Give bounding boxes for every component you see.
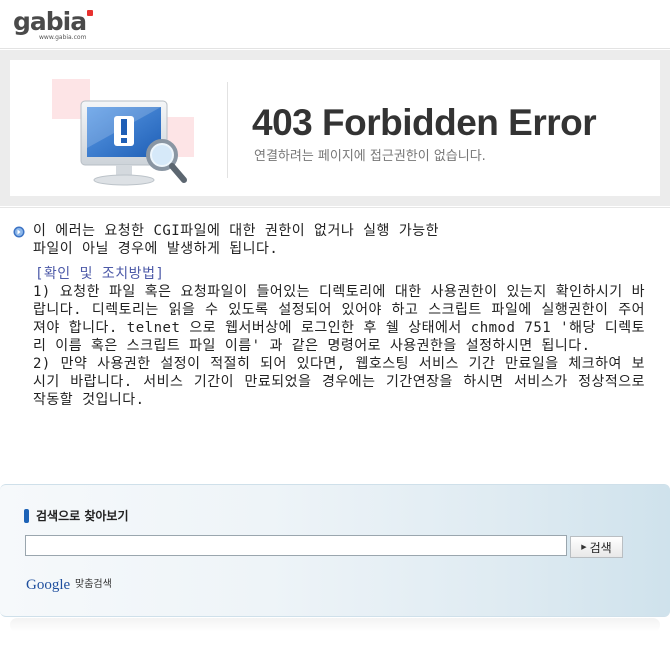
page-bottom-shadow [10,618,660,632]
error-banner: 403 Forbidden Error 연결하려는 페이지에 접근권한이 없습니… [0,50,670,206]
gabia-logo[interactable]: gabia www.gabia.com [13,8,113,42]
guide-body: 1) 요청한 파일 혹은 요청파일이 들어있는 디렉토리에 대한 사용권한이 있… [33,284,645,408]
google-custom-search-label: 맞춤검색 [75,579,112,590]
search-button-label: 검색 [589,540,612,555]
logo-dot [87,10,93,16]
search-title-marker [24,509,29,523]
error-description: 이 에러는 요청한 CGI파일에 대한 권한이 없거나 실행 가능한 파일이 아… [33,223,439,257]
banner-divider [227,82,228,178]
guide-heading: [확인 및 조치방법] [35,266,165,282]
logo-url: www.gabia.com [39,34,87,41]
bullet-arrow-icon [13,226,25,238]
monitor-warning-icon [80,100,187,186]
search-button[interactable]: ▶ 검색 [570,536,623,558]
play-arrow-icon: ▶ [581,543,587,551]
header-divider [0,48,670,49]
error-subtitle: 연결하려는 페이지에 접근권한이 없습니다. [254,149,486,164]
google-logo: Google [26,577,71,593]
search-panel: 검색으로 찾아보기 ▶ 검색 Google 맞춤검색 [0,484,670,617]
search-input[interactable] [25,535,567,556]
error-title: 403 Forbidden Error [252,102,597,143]
logo-text: gabia [13,7,87,36]
search-title: 검색으로 찾아보기 [36,509,129,523]
banner-bottom-rule [0,207,670,208]
error-banner-inner: 403 Forbidden Error 연결하려는 페이지에 접근권한이 없습니… [10,60,660,196]
